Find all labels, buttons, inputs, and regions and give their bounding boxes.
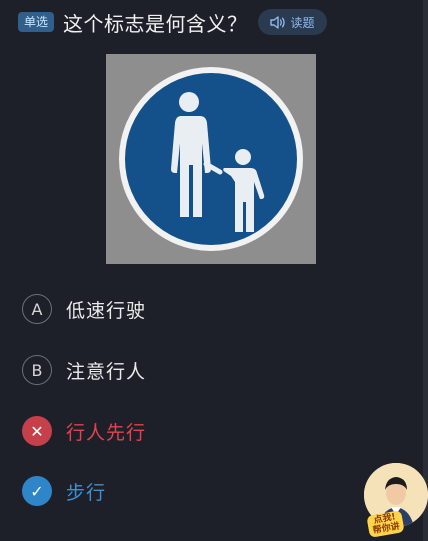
check-mark-icon: ✓ bbox=[22, 476, 52, 506]
question-text: 这个标志是何含义？ bbox=[63, 11, 248, 36]
option-b-marker: B bbox=[22, 355, 52, 385]
question-header: 单选 这个标志是何含义？ 读题 bbox=[18, 8, 418, 36]
option-a[interactable]: A 低速行驶 bbox=[22, 293, 146, 325]
wrong-mark-icon: ✕ bbox=[22, 416, 52, 446]
explain-helper-button[interactable]: 点我! 帮你讲 bbox=[364, 463, 428, 541]
read-question-label: 读题 bbox=[290, 15, 315, 30]
option-d[interactable]: ✓ 步行 bbox=[22, 475, 106, 507]
option-b-text: 注意行人 bbox=[66, 360, 147, 383]
option-c[interactable]: ✕ 行人先行 bbox=[22, 415, 146, 447]
read-question-button[interactable]: 读题 bbox=[257, 9, 327, 35]
right-edge-bar bbox=[423, 0, 428, 541]
option-d-text: 步行 bbox=[66, 481, 107, 504]
question-type-badge: 单选 bbox=[18, 12, 55, 32]
speaker-icon bbox=[269, 15, 285, 29]
option-a-text: 低速行驶 bbox=[66, 299, 147, 322]
option-b[interactable]: B 注意行人 bbox=[22, 354, 146, 386]
helper-label: 点我! 帮你讲 bbox=[366, 510, 405, 538]
option-a-marker: A bbox=[22, 294, 52, 324]
option-c-text: 行人先行 bbox=[66, 421, 147, 444]
traffic-sign-image bbox=[106, 54, 316, 264]
pedestrian-walk-sign-icon bbox=[119, 67, 303, 251]
